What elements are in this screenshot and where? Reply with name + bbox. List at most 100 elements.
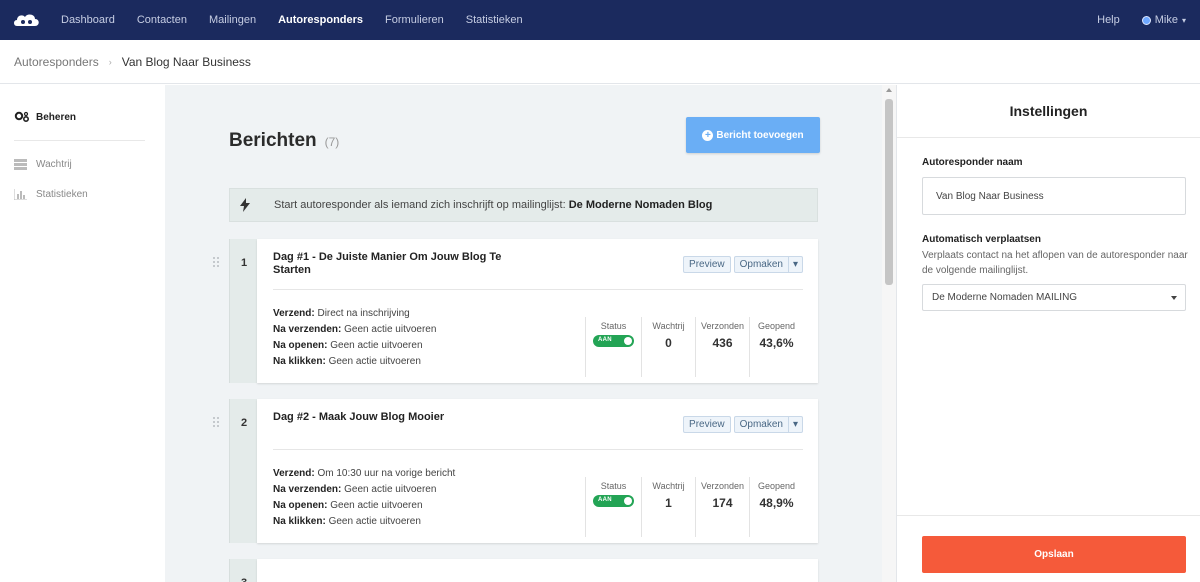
nav-autoresponders[interactable]: Autoresponders [278,14,363,26]
status-toggle[interactable]: AAN [593,495,634,507]
message-actions: Preview Opmaken ▾ [680,256,803,273]
opmaken-dropdown-button[interactable]: ▾ [788,416,803,433]
na-klikken-value: Geen actie uitvoeren [328,516,421,527]
scrollbar-thumb[interactable] [885,99,893,285]
nav-help[interactable]: Help [1097,14,1120,26]
chevron-down-icon: ▾ [792,259,798,270]
message-title[interactable]: Dag #1 - De Juiste Manier Om Jouw Blog T… [273,251,513,277]
verzend-label: Verzend: [273,308,315,319]
page-title: Berichten (7) [229,130,339,152]
message-settings: Verzend: Om 10:30 uur na vorige bericht … [273,466,455,530]
nav-formulieren[interactable]: Formulieren [385,14,444,26]
na-verzenden-value: Geen actie uitvoeren [344,324,437,335]
messages-panel: Berichten (7) + Bericht toevoegen Start a… [165,85,882,582]
verzend-value: Om 10:30 uur na vorige bericht [317,468,456,479]
nav-contacten[interactable]: Contacten [137,14,187,26]
stat-label: Status [600,481,627,491]
opmaken-button[interactable]: Opmaken [733,256,789,273]
message-number: 3 [230,577,258,582]
nav-mailingen[interactable]: Mailingen [209,14,256,26]
user-menu[interactable]: Mike ▾ [1141,14,1186,26]
toggle-knob [624,497,632,505]
sidebar-item-beheren[interactable]: Beheren [0,102,165,132]
sidebar-item-wachtrij[interactable]: Wachtrij [0,149,165,179]
message-actions: Preview Opmaken ▾ [680,416,803,433]
stat-value: 0 [665,336,672,350]
message-card [257,559,818,582]
message-number-column: 1 [229,239,257,383]
opmaken-button[interactable]: Opmaken [733,416,789,433]
stat-value: 1 [665,496,672,510]
sidebar-item-label: Wachtrij [36,158,72,170]
sidebar-item-label: Statistieken [36,188,88,200]
lightning-icon [230,198,260,212]
stat-value: 174 [712,496,733,510]
trigger-bar: Start autoresponder als iemand zich insc… [229,188,818,222]
card-divider [273,449,803,450]
add-message-button[interactable]: + Bericht toevoegen [686,117,820,153]
drag-handle-icon[interactable] [213,257,221,269]
stat-status: Status AAN [585,477,641,537]
move-label: Automatisch verplaatsen [922,234,1041,245]
opmaken-dropdown-button[interactable]: ▾ [788,256,803,273]
nav-right: Help Mike ▾ [1097,14,1200,26]
stat-geopend: Geopend 43,6% [749,317,803,377]
drag-handle-icon[interactable] [213,417,221,429]
na-openen-value: Geen actie uitvoeren [330,500,423,511]
stat-verzonden: Verzonden 174 [695,477,749,537]
avatar-icon [1141,15,1151,25]
na-klikken-label: Na klikken: [273,516,326,527]
message-stats: Status AAN Wachtrij 1 Verzonden 174 Geop… [585,477,803,537]
settings-title: Instellingen [897,85,1200,138]
gears-icon [14,111,30,123]
message-row: 1 Dag #1 - De Juiste Manier Om Jouw Blog… [213,239,818,383]
trigger-description: Start autoresponder als iemand zich insc… [274,199,566,211]
message-number: 2 [240,417,248,429]
scroll-up-icon[interactable] [886,88,892,92]
message-row: 3 [229,559,818,582]
trigger-list: De Moderne Nomaden Blog [568,199,713,211]
stat-label: Verzonden [700,481,745,491]
na-verzenden-label: Na verzenden: [273,324,342,335]
message-settings: Verzend: Direct na inschrijving Na verze… [273,306,436,370]
autoresponder-name-input[interactable]: Van Blog Naar Business [922,177,1186,215]
na-klikken-label: Na klikken: [273,356,326,367]
stat-label: Verzonden [700,321,745,331]
nav-statistieken[interactable]: Statistieken [466,14,523,26]
logo-icon[interactable] [13,11,41,29]
message-stats: Status AAN Wachtrij 0 Verzonden 436 Geop… [585,317,803,377]
plus-circle-icon: + [702,129,714,141]
stat-status: Status AAN [585,317,641,377]
stat-verzonden: Verzonden 436 [695,317,749,377]
verzend-label: Verzend: [273,468,315,479]
na-openen-label: Na openen: [273,340,328,351]
stat-value: 48,9% [759,496,794,510]
mailinglist-select[interactable]: De Moderne Nomaden MAILING [922,284,1186,311]
add-message-label: Bericht toevoegen [716,129,804,141]
chevron-down-icon: ▾ [792,419,798,430]
na-klikken-value: Geen actie uitvoeren [328,356,421,367]
user-name: Mike [1154,14,1178,26]
stat-label: Wachtrij [652,321,685,331]
toggle-label: AAN [598,497,612,503]
scrollbar[interactable] [882,85,896,582]
message-number-column: 2 [229,399,257,543]
sidebar-item-statistieken[interactable]: Statistieken [0,179,165,209]
na-verzenden-value: Geen actie uitvoeren [344,484,437,495]
message-number-column: 3 [229,559,257,582]
message-title[interactable]: Dag #2 - Maak Jouw Blog Mooier [273,411,513,424]
preview-button[interactable]: Preview [683,416,731,433]
settings-footer: Opslaan [897,515,1200,582]
top-navbar: Dashboard Contacten Mailingen Autorespon… [0,0,1200,40]
nav-dashboard[interactable]: Dashboard [61,14,115,26]
save-button[interactable]: Opslaan [922,536,1186,573]
status-toggle[interactable]: AAN [593,335,634,347]
stat-value: 436 [712,336,733,350]
settings-panel: Instellingen Autoresponder naam Van Blog… [896,85,1200,582]
verzend-value: Direct na inschrijving [317,308,410,319]
chevron-down-icon: ▾ [1181,15,1186,25]
message-number: 1 [240,257,248,269]
preview-button[interactable]: Preview [683,256,731,273]
breadcrumb-parent[interactable]: Autoresponders [14,55,99,69]
na-openen-value: Geen actie uitvoeren [330,340,423,351]
